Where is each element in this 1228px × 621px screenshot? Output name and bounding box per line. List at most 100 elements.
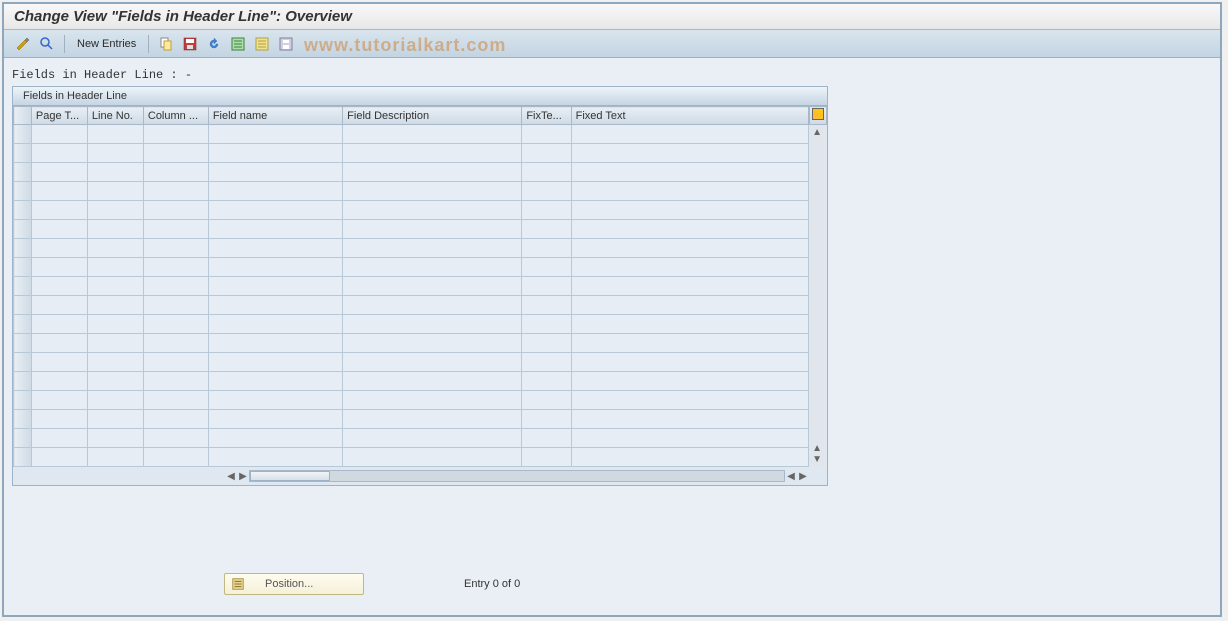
grid-cell[interactable] [571,182,808,201]
table-row[interactable] [14,429,809,448]
horizontal-scrollbar[interactable]: ◀ ▶ ◀ ▶ [13,467,827,485]
grid-cell[interactable] [522,410,571,429]
row-selector[interactable] [14,182,32,201]
grid-cell[interactable] [522,391,571,410]
grid-cell[interactable] [208,277,342,296]
data-grid[interactable]: Page T... Line No. Column ... Field name… [13,106,809,467]
row-selector[interactable] [14,277,32,296]
grid-cell[interactable] [571,448,808,467]
grid-cell[interactable] [143,448,208,467]
row-selector[interactable] [14,201,32,220]
grid-cell[interactable] [522,315,571,334]
grid-cell[interactable] [571,220,808,239]
table-row[interactable] [14,201,809,220]
grid-cell[interactable] [571,296,808,315]
grid-cell[interactable] [87,410,143,429]
grid-cell[interactable] [31,239,87,258]
grid-cell[interactable] [522,239,571,258]
grid-cell[interactable] [31,125,87,144]
column-header-selector[interactable] [14,107,32,125]
grid-cell[interactable] [31,353,87,372]
row-selector[interactable] [14,125,32,144]
save-icon[interactable] [181,35,199,53]
grid-cell[interactable] [343,125,522,144]
undo-icon[interactable] [205,35,223,53]
table-row[interactable] [14,391,809,410]
row-selector[interactable] [14,258,32,277]
grid-cell[interactable] [31,429,87,448]
grid-cell[interactable] [87,315,143,334]
grid-cell[interactable] [343,296,522,315]
row-selector[interactable] [14,315,32,334]
new-entries-button[interactable]: New Entries [73,36,140,52]
grid-cell[interactable] [208,448,342,467]
position-button[interactable]: Position... [224,573,364,595]
grid-cell[interactable] [143,391,208,410]
grid-cell[interactable] [31,201,87,220]
grid-cell[interactable] [571,429,808,448]
vertical-scrollbar[interactable]: ▲ ▲ ▼ [809,125,825,467]
grid-cell[interactable] [571,372,808,391]
grid-cell[interactable] [87,182,143,201]
grid-cell[interactable] [208,201,342,220]
row-selector[interactable] [14,410,32,429]
grid-cell[interactable] [343,182,522,201]
grid-cell[interactable] [208,258,342,277]
toggle-icon[interactable] [14,35,32,53]
grid-cell[interactable] [87,277,143,296]
grid-cell[interactable] [522,144,571,163]
grid-cell[interactable] [571,353,808,372]
row-selector[interactable] [14,391,32,410]
grid-cell[interactable] [31,258,87,277]
grid-cell[interactable] [522,125,571,144]
grid-cell[interactable] [143,144,208,163]
row-selector[interactable] [14,220,32,239]
grid-cell[interactable] [343,410,522,429]
table-row[interactable] [14,372,809,391]
column-header-fix-te[interactable]: FixTe... [522,107,571,125]
grid-cell[interactable] [522,296,571,315]
grid-cell[interactable] [31,277,87,296]
grid-cell[interactable] [143,296,208,315]
grid-cell[interactable] [87,163,143,182]
column-header-page-t[interactable]: Page T... [31,107,87,125]
grid-cell[interactable] [208,144,342,163]
grid-cell[interactable] [522,372,571,391]
grid-cell[interactable] [522,182,571,201]
row-selector[interactable] [14,239,32,258]
grid-cell[interactable] [343,448,522,467]
grid-cell[interactable] [31,182,87,201]
grid-cell[interactable] [208,296,342,315]
scroll-right-end-icon[interactable]: ▶ [797,471,809,482]
row-selector[interactable] [14,296,32,315]
grid-cell[interactable] [343,144,522,163]
grid-cell[interactable] [143,125,208,144]
grid-cell[interactable] [31,163,87,182]
column-header-line-no[interactable]: Line No. [87,107,143,125]
select-all-icon[interactable] [229,35,247,53]
table-row[interactable] [14,239,809,258]
grid-cell[interactable] [571,163,808,182]
row-selector[interactable] [14,163,32,182]
scroll-right-icon[interactable]: ▶ [237,471,249,482]
grid-cell[interactable] [143,220,208,239]
grid-cell[interactable] [143,372,208,391]
grid-cell[interactable] [522,334,571,353]
grid-cell[interactable] [571,277,808,296]
grid-cell[interactable] [571,334,808,353]
grid-cell[interactable] [571,239,808,258]
grid-cell[interactable] [143,353,208,372]
grid-cell[interactable] [87,391,143,410]
grid-cell[interactable] [87,220,143,239]
table-row[interactable] [14,410,809,429]
hscroll-thumb[interactable] [250,471,330,481]
grid-cell[interactable] [522,353,571,372]
scroll-down-icon[interactable]: ▼ [812,454,822,465]
grid-cell[interactable] [208,372,342,391]
grid-cell[interactable] [343,258,522,277]
grid-cell[interactable] [31,372,87,391]
grid-cell[interactable] [343,353,522,372]
table-row[interactable] [14,334,809,353]
column-header-column[interactable]: Column ... [143,107,208,125]
table-row[interactable] [14,353,809,372]
